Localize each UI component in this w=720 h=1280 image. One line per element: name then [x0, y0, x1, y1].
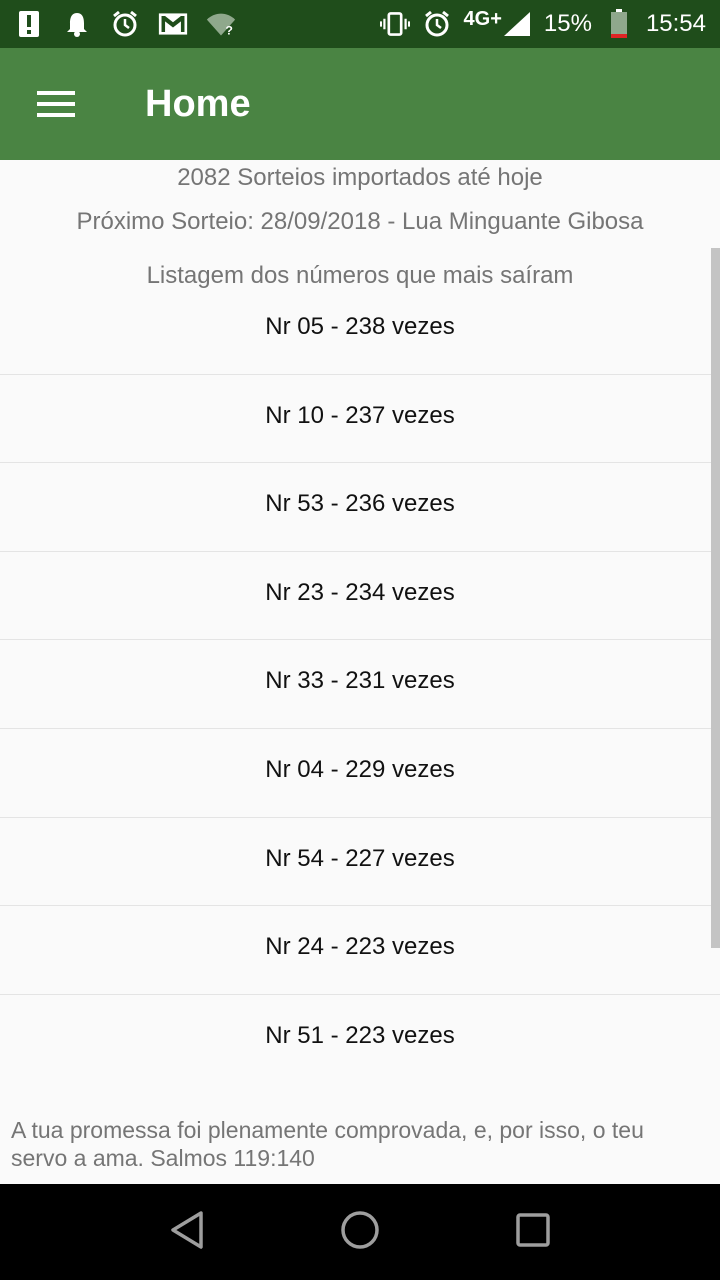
most-drawn-list: Nr 05 - 238 vezes Nr 10 - 237 vezes Nr 5…	[0, 286, 720, 1083]
battery-icon	[604, 9, 634, 39]
recents-icon	[515, 1212, 551, 1253]
list-item[interactable]: Nr 10 - 237 vezes	[0, 375, 720, 464]
navigation-bar	[0, 1184, 720, 1280]
list-item[interactable]: Nr 24 - 223 vezes	[0, 906, 720, 995]
scrollbar[interactable]	[711, 248, 720, 948]
alarm-icon	[110, 9, 140, 39]
wifi-question-icon: ?	[206, 9, 236, 39]
bell-icon	[62, 9, 92, 39]
status-icons-right: 4G+ 15% 15:54	[379, 7, 706, 39]
imported-count-text: 2082 Sorteios importados até hoje	[177, 164, 543, 191]
footer-verse: A tua promessa foi plenamente comprovada…	[11, 1117, 644, 1171]
gmail-icon	[158, 9, 188, 39]
page-title: Home	[145, 82, 251, 125]
list-item[interactable]: Nr 23 - 234 vezes	[0, 552, 720, 641]
list-item[interactable]: Nr 54 - 227 vezes	[0, 818, 720, 907]
menu-button[interactable]	[0, 48, 112, 160]
home-icon	[340, 1210, 380, 1255]
alert-icon	[14, 9, 44, 39]
battery-percent: 15%	[543, 10, 592, 37]
clock: 15:54	[645, 10, 706, 37]
vibrate-icon	[379, 9, 410, 39]
back-icon	[169, 1210, 205, 1255]
back-button[interactable]	[157, 1202, 217, 1262]
list-item[interactable]: Nr 51 - 223 vezes	[0, 995, 720, 1084]
status-bar: ? 4G+ 15% 15:54	[0, 0, 720, 48]
hamburger-menu-icon	[37, 90, 75, 118]
main-content[interactable]: 2082 Sorteios importados até hoje Próxim…	[0, 160, 720, 1184]
svg-text:?: ?	[225, 24, 233, 37]
signal-icon	[502, 9, 532, 39]
network-type: 4G+	[463, 7, 502, 30]
home-button[interactable]	[330, 1202, 390, 1262]
alarm-icon	[422, 9, 452, 39]
list-item[interactable]: Nr 53 - 236 vezes	[0, 463, 720, 552]
recents-button[interactable]	[503, 1202, 563, 1262]
list-item[interactable]: Nr 33 - 231 vezes	[0, 640, 720, 729]
list-item[interactable]: Nr 05 - 238 vezes	[0, 286, 720, 375]
app-bar: Home	[0, 48, 720, 160]
next-draw-text: Próximo Sorteio: 28/09/2018 - Lua Mingua…	[76, 208, 644, 235]
list-item[interactable]: Nr 04 - 229 vezes	[0, 729, 720, 818]
status-icons-left: ?	[14, 9, 236, 39]
